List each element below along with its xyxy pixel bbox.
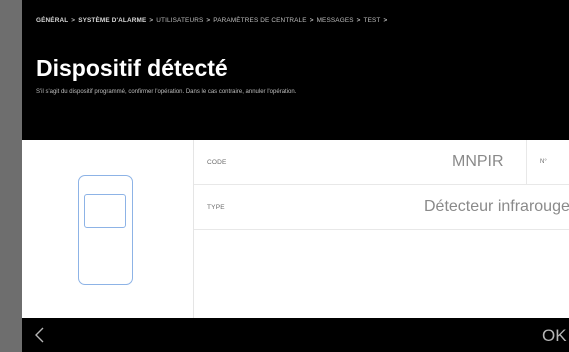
number-label: N°	[540, 159, 547, 165]
breadcrumb-item-messages[interactable]: MESSAGES	[317, 17, 354, 24]
type-value: Détecteur infrarouge	[424, 198, 569, 215]
device-illustration-pane	[22, 140, 194, 318]
page-subtitle: S'il s'agit du dispositif programmé, con…	[36, 89, 297, 95]
breadcrumb-separator: >	[71, 17, 76, 24]
breadcrumb-separator: >	[206, 17, 211, 24]
detector-lens-icon	[84, 194, 126, 228]
breadcrumb-item-utilisateurs[interactable]: UTILISATEURS	[156, 17, 203, 24]
breadcrumb-item-systeme-alarme[interactable]: SYSTÈME D'ALARME	[78, 17, 146, 24]
code-row: CODE MNPIR N°	[194, 140, 569, 185]
type-row: TYPE Détecteur infrarouge	[194, 185, 569, 230]
footer-bar: OK	[22, 318, 569, 352]
breadcrumb-separator: >	[383, 17, 388, 24]
breadcrumb-separator: >	[149, 17, 154, 24]
chevron-left-icon[interactable]	[30, 325, 50, 345]
code-value: MNPIR	[452, 153, 504, 170]
code-label: CODE	[207, 159, 227, 166]
detected-device-panel: CODE MNPIR N° TYPE Détecteur infrarouge	[22, 140, 569, 318]
breadcrumb: GÉNÉRAL > SYSTÈME D'ALARME > UTILISATEURS > PA…	[36, 17, 390, 24]
app-window: GÉNÉRAL > SYSTÈME D'ALARME > UTILISATEURS > PA…	[22, 0, 569, 352]
ok-button[interactable]: OK	[542, 326, 567, 346]
breadcrumb-separator: >	[309, 17, 314, 24]
pir-detector-icon	[78, 175, 133, 285]
breadcrumb-separator: >	[356, 17, 361, 24]
breadcrumb-item-general[interactable]: GÉNÉRAL	[36, 17, 68, 24]
divider	[526, 140, 527, 185]
device-details: CODE MNPIR N° TYPE Détecteur infrarouge	[194, 140, 569, 230]
header: GÉNÉRAL > SYSTÈME D'ALARME > UTILISATEURS > PA…	[22, 0, 569, 140]
breadcrumb-item-parametres-centrale[interactable]: PARAMÈTRES DE CENTRALE	[213, 17, 306, 24]
page-title: Dispositif détecté	[36, 55, 228, 81]
breadcrumb-item-test[interactable]: TEST	[364, 17, 381, 24]
type-label: TYPE	[207, 204, 225, 211]
